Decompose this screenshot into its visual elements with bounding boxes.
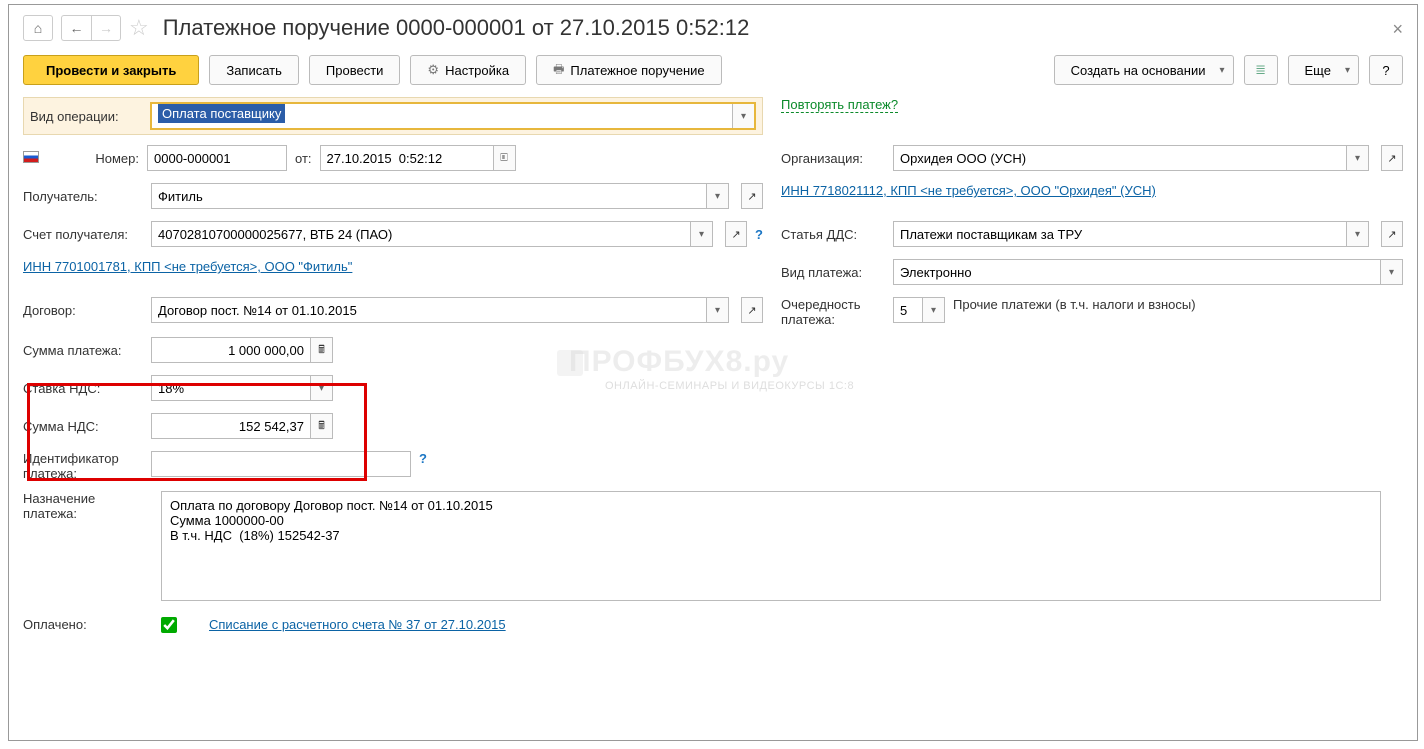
- priority-label: Очередность платежа:: [781, 297, 885, 327]
- help-icon[interactable]: ?: [755, 227, 763, 242]
- page-title: Платежное поручение 0000-000001 от 27.10…: [163, 15, 750, 41]
- payment-id-field[interactable]: [151, 451, 411, 477]
- operation-type-field[interactable]: Оплата поставщику ▾: [150, 102, 756, 130]
- open-icon[interactable]: ↗: [741, 297, 763, 323]
- print-label: Платежное поручение: [570, 63, 704, 78]
- settings-button[interactable]: Настройка: [410, 55, 526, 85]
- account-field[interactable]: [151, 221, 691, 247]
- help-button[interactable]: ?: [1369, 55, 1403, 85]
- create-based-button[interactable]: Создать на основании: [1054, 55, 1234, 85]
- chevron-down-icon[interactable]: ▾: [691, 221, 713, 247]
- print-button[interactable]: Платежное поручение: [536, 55, 722, 85]
- vat-sum-field[interactable]: [151, 413, 311, 439]
- vat-rate-field[interactable]: [151, 375, 311, 401]
- writeoff-link[interactable]: Списание с расчетного счета № 37 от 27.1…: [209, 617, 506, 632]
- favorite-star-icon[interactable]: ☆: [129, 15, 149, 41]
- open-icon[interactable]: ↗: [725, 221, 747, 247]
- dds-label: Статья ДДС:: [781, 227, 885, 242]
- close-icon[interactable]: ×: [1392, 19, 1403, 40]
- top-bar: ⌂ ← → ☆ Платежное поручение 0000-000001 …: [23, 15, 1403, 41]
- purpose-field[interactable]: [161, 491, 1381, 601]
- chevron-down-icon[interactable]: ▾: [311, 375, 333, 401]
- date-field[interactable]: [320, 145, 494, 171]
- payment-id-label: Идентификатор платежа:: [23, 451, 143, 481]
- recipient-label: Получатель:: [23, 189, 143, 204]
- organization-field[interactable]: [893, 145, 1347, 171]
- paid-checkbox[interactable]: [161, 617, 177, 633]
- paid-label: Оплачено:: [23, 617, 143, 632]
- settings-label: Настройка: [445, 63, 509, 78]
- chevron-down-icon[interactable]: ▾: [732, 104, 754, 128]
- recipient-details-link[interactable]: ИНН 7718021112, КПП <не требуется>, ООО …: [781, 183, 1156, 198]
- back-button[interactable]: ←: [61, 15, 91, 41]
- date-from-label: от:: [295, 151, 312, 166]
- home-button[interactable]: ⌂: [23, 15, 53, 41]
- flag-icon: [23, 151, 39, 163]
- dds-field[interactable]: [893, 221, 1347, 247]
- chevron-down-icon[interactable]: ▾: [707, 183, 729, 209]
- calculator-icon[interactable]: 🖩: [311, 413, 333, 439]
- payment-type-label: Вид платежа:: [781, 265, 885, 280]
- priority-field[interactable]: [893, 297, 923, 323]
- number-label: Номер:: [51, 151, 139, 166]
- gear-icon: [427, 62, 439, 78]
- open-icon[interactable]: ↗: [1381, 221, 1403, 247]
- save-button[interactable]: Записать: [209, 55, 299, 85]
- operation-type-label: Вид операции:: [30, 109, 142, 124]
- forward-button[interactable]: →: [91, 15, 121, 41]
- help-icon[interactable]: ?: [419, 451, 427, 466]
- chevron-down-icon[interactable]: ▾: [1347, 145, 1369, 171]
- chevron-down-icon[interactable]: ▾: [707, 297, 729, 323]
- command-toolbar: Провести и закрыть Записать Провести Нас…: [23, 55, 1403, 85]
- organization-label: Организация:: [781, 151, 885, 166]
- amount-field[interactable]: [151, 337, 311, 363]
- amount-label: Сумма платежа:: [23, 343, 143, 358]
- chevron-down-icon[interactable]: ▾: [1381, 259, 1403, 285]
- payment-type-field[interactable]: [893, 259, 1381, 285]
- vat-sum-label: Сумма НДС:: [23, 419, 143, 434]
- vat-rate-label: Ставка НДС:: [23, 381, 143, 396]
- post-button[interactable]: Провести: [309, 55, 401, 85]
- chevron-down-icon[interactable]: ▾: [923, 297, 945, 323]
- calculator-icon[interactable]: 🖩: [311, 337, 333, 363]
- recipient-field[interactable]: [151, 183, 707, 209]
- doc-icon: [1255, 62, 1266, 78]
- print-icon: [553, 60, 564, 81]
- chevron-down-icon[interactable]: ▾: [1347, 221, 1369, 247]
- account-label: Счет получателя:: [23, 227, 143, 242]
- calendar-icon[interactable]: 🗉: [494, 145, 516, 171]
- priority-note: Прочие платежи (в т.ч. налоги и взносы): [953, 297, 1196, 312]
- more-button[interactable]: Еще: [1288, 55, 1359, 85]
- operation-type-value: Оплата поставщику: [158, 104, 285, 123]
- contract-field[interactable]: [151, 297, 707, 323]
- number-field[interactable]: [147, 145, 287, 171]
- open-icon[interactable]: ↗: [741, 183, 763, 209]
- contract-label: Договор:: [23, 303, 143, 318]
- post-and-close-button[interactable]: Провести и закрыть: [23, 55, 199, 85]
- report-button[interactable]: [1244, 55, 1278, 85]
- open-icon[interactable]: ↗: [1381, 145, 1403, 171]
- purpose-label: Назначение платежа:: [23, 491, 143, 521]
- bank-details-link[interactable]: ИНН 7701001781, КПП <не требуется>, ООО …: [23, 259, 352, 274]
- repeat-payment-link[interactable]: Повторять платеж?: [781, 97, 898, 113]
